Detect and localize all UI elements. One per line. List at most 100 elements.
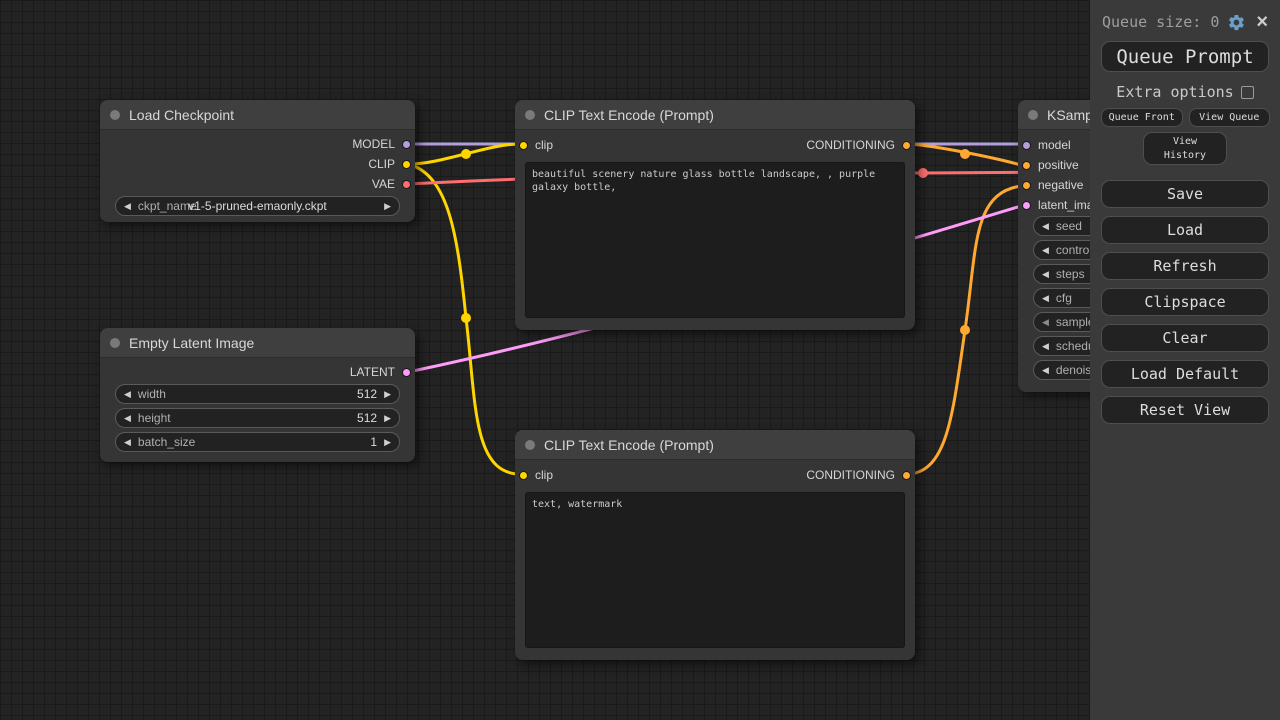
- output-slot-latent[interactable]: LATENT: [350, 362, 411, 382]
- model-slot-dot-icon[interactable]: [402, 140, 411, 149]
- decrement-arrow-icon[interactable]: ◀: [1042, 222, 1049, 231]
- output-slot-model[interactable]: MODEL: [352, 134, 411, 154]
- slot-label: MODEL: [352, 137, 395, 151]
- slot-label: VAE: [372, 177, 395, 191]
- ckpt-name-widget[interactable]: ◀ ckpt_name v1-5-pruned-emaonly.ckpt ▶: [115, 196, 400, 216]
- node-load-checkpoint: Load Checkpoint MODEL CLIP VAE ◀ ckpt_na…: [100, 100, 415, 222]
- negative-prompt-textarea[interactable]: text, watermark: [525, 492, 905, 648]
- increment-arrow-icon[interactable]: ▶: [384, 414, 391, 423]
- width-widget[interactable]: ◀ width 512 ▶: [115, 384, 400, 404]
- node-header[interactable]: CLIP Text Encode (Prompt): [515, 430, 915, 460]
- conditioning-slot-dot-icon[interactable]: [902, 471, 911, 480]
- close-icon[interactable]: ×: [1254, 12, 1270, 32]
- collapse-dot-icon[interactable]: [110, 338, 120, 348]
- widget-value: 512: [357, 387, 377, 401]
- queue-front-button[interactable]: Queue Front: [1101, 108, 1183, 127]
- output-slot-vae[interactable]: VAE: [372, 174, 411, 194]
- input-slot-clip[interactable]: clip: [519, 465, 553, 485]
- vae-slot-dot-icon[interactable]: [402, 180, 411, 189]
- output-slot-conditioning[interactable]: CONDITIONING: [806, 135, 911, 155]
- queue-status-row: Queue size: 0 ×: [1090, 0, 1280, 32]
- input-slot-clip[interactable]: clip: [519, 135, 553, 155]
- collapse-dot-icon[interactable]: [1028, 110, 1038, 120]
- output-slot-conditioning[interactable]: CONDITIONING: [806, 465, 911, 485]
- collapse-dot-icon[interactable]: [525, 440, 535, 450]
- view-queue-button[interactable]: View Queue: [1189, 108, 1271, 127]
- slot-label: model: [1038, 138, 1071, 152]
- node-header[interactable]: Empty Latent Image: [100, 328, 415, 358]
- latent-slot-dot-icon[interactable]: [1022, 201, 1031, 210]
- view-history-line2: History: [1164, 150, 1206, 161]
- clip-slot-dot-icon[interactable]: [402, 160, 411, 169]
- refresh-button[interactable]: Refresh: [1101, 252, 1269, 280]
- node-empty-latent-image: Empty Latent Image LATENT ◀ width 512 ▶ …: [100, 328, 415, 462]
- conditioning-slot-dot-icon[interactable]: [902, 141, 911, 150]
- input-slot-positive[interactable]: positive: [1022, 155, 1079, 175]
- decrement-arrow-icon[interactable]: ◀: [124, 414, 131, 423]
- node-header[interactable]: Load Checkpoint: [100, 100, 415, 130]
- widget-label: cfg: [1056, 291, 1072, 305]
- output-slot-clip[interactable]: CLIP: [368, 154, 411, 174]
- queue-size-value: 0: [1210, 13, 1219, 31]
- gear-icon[interactable]: [1227, 13, 1246, 32]
- widget-value: v1-5-pruned-emaonly.ckpt: [116, 199, 399, 213]
- queue-size-text: Queue size:: [1102, 13, 1201, 31]
- slot-label: negative: [1038, 178, 1083, 192]
- input-slot-negative[interactable]: negative: [1022, 175, 1083, 195]
- model-slot-dot-icon[interactable]: [1022, 141, 1031, 150]
- clear-button[interactable]: Clear: [1101, 324, 1269, 352]
- queue-prompt-button[interactable]: Queue Prompt: [1101, 41, 1269, 72]
- decrement-arrow-icon[interactable]: ◀: [1042, 270, 1049, 279]
- slot-label: LATENT: [350, 365, 395, 379]
- conditioning-slot-dot-icon[interactable]: [1022, 161, 1031, 170]
- clip-slot-dot-icon[interactable]: [519, 141, 528, 150]
- widget-label: steps: [1056, 267, 1085, 281]
- queue-size-label: Queue size: 0: [1102, 13, 1219, 31]
- batch-size-widget[interactable]: ◀ batch_size 1 ▶: [115, 432, 400, 452]
- node-header[interactable]: CLIP Text Encode (Prompt): [515, 100, 915, 130]
- slot-label: clip: [535, 468, 553, 482]
- decrement-arrow-icon[interactable]: ◀: [1042, 366, 1049, 375]
- save-button[interactable]: Save: [1101, 180, 1269, 208]
- latent-slot-dot-icon[interactable]: [402, 368, 411, 377]
- decrement-arrow-icon[interactable]: ◀: [1042, 318, 1049, 327]
- view-history-button[interactable]: View History: [1143, 132, 1227, 165]
- node-clip-text-encode-positive: CLIP Text Encode (Prompt) clip CONDITION…: [515, 100, 915, 330]
- extra-options-checkbox[interactable]: [1241, 86, 1254, 99]
- view-history-line1: View: [1173, 136, 1197, 147]
- widget-value: 1: [370, 435, 377, 449]
- widget-label: batch_size: [138, 435, 195, 449]
- decrement-arrow-icon[interactable]: ◀: [124, 390, 131, 399]
- height-widget[interactable]: ◀ height 512 ▶: [115, 408, 400, 428]
- node-title: CLIP Text Encode (Prompt): [544, 437, 714, 453]
- slot-label: clip: [535, 138, 553, 152]
- clipspace-button[interactable]: Clipspace: [1101, 288, 1269, 316]
- extra-options-label: Extra options: [1116, 83, 1233, 101]
- decrement-arrow-icon[interactable]: ◀: [1042, 342, 1049, 351]
- clip-slot-dot-icon[interactable]: [519, 471, 528, 480]
- decrement-arrow-icon[interactable]: ◀: [1042, 294, 1049, 303]
- menu-panel: Queue size: 0 × Queue Prompt Extra optio…: [1090, 0, 1280, 720]
- slot-label: CLIP: [368, 157, 395, 171]
- conditioning-slot-dot-icon[interactable]: [1022, 181, 1031, 190]
- node-title: CLIP Text Encode (Prompt): [544, 107, 714, 123]
- queue-actions-row: Queue Front View Queue: [1090, 101, 1280, 127]
- load-button[interactable]: Load: [1101, 216, 1269, 244]
- extra-options-row: Extra options: [1090, 83, 1280, 101]
- increment-arrow-icon[interactable]: ▶: [384, 438, 391, 447]
- increment-arrow-icon[interactable]: ▶: [384, 390, 391, 399]
- decrement-arrow-icon[interactable]: ◀: [124, 438, 131, 447]
- load-default-button[interactable]: Load Default: [1101, 360, 1269, 388]
- collapse-dot-icon[interactable]: [525, 110, 535, 120]
- node-clip-text-encode-negative: CLIP Text Encode (Prompt) clip CONDITION…: [515, 430, 915, 660]
- positive-prompt-textarea[interactable]: beautiful scenery nature glass bottle la…: [525, 162, 905, 318]
- slot-label: positive: [1038, 158, 1079, 172]
- input-slot-model[interactable]: model: [1022, 135, 1071, 155]
- node-title: Load Checkpoint: [129, 107, 234, 123]
- slot-label: CONDITIONING: [806, 138, 895, 152]
- node-title: Empty Latent Image: [129, 335, 254, 351]
- decrement-arrow-icon[interactable]: ◀: [1042, 246, 1049, 255]
- reset-view-button[interactable]: Reset View: [1101, 396, 1269, 424]
- widget-label: seed: [1056, 219, 1082, 233]
- collapse-dot-icon[interactable]: [110, 110, 120, 120]
